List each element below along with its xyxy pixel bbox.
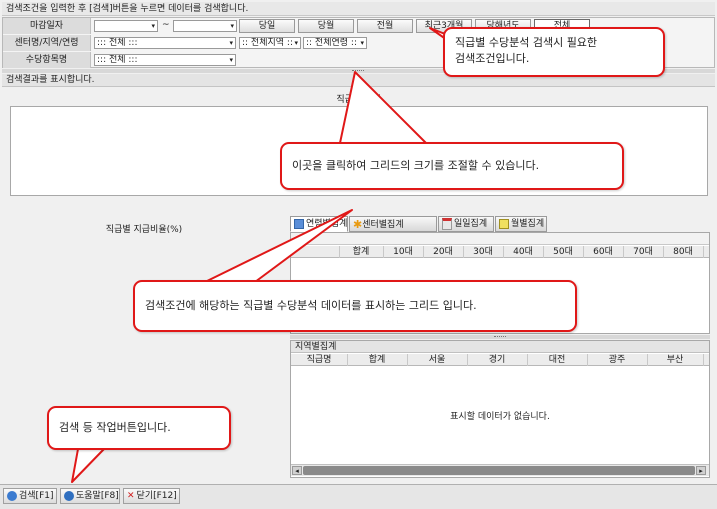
pointer-action-buttons xyxy=(71,448,105,483)
callout-action-buttons: 검색 등 작업버튼입니다. xyxy=(47,406,231,450)
pointer-result-grid xyxy=(204,209,353,283)
callout-resize-grid: 이곳을 클릭하여 그리드의 크기를 조절할 수 있습니다. xyxy=(280,142,624,190)
callout-search-conditions: 직급별 수당분석 검색시 필요한 검색조건입니다. xyxy=(443,27,665,77)
pointer-resize-grid xyxy=(339,71,427,144)
callout-result-grid: 검색조건에 해당하는 직급별 수당분석 데이터를 표시하는 그리드 입니다. xyxy=(133,280,577,332)
